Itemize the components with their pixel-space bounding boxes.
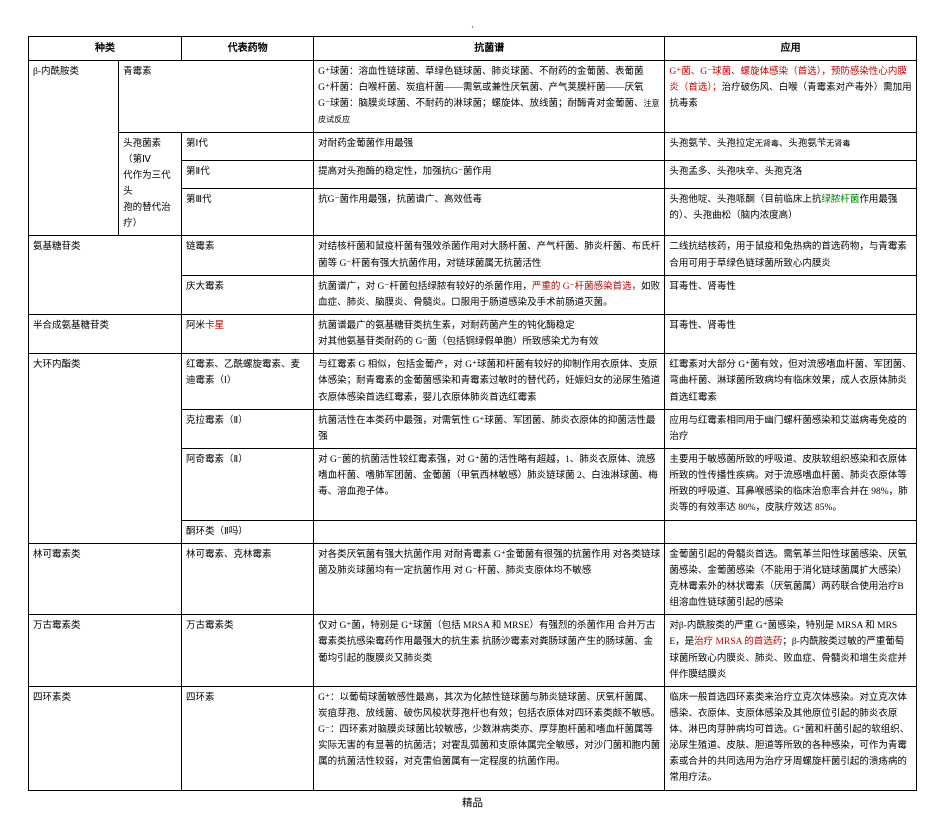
spec-vancomycin: 仅对 G⁺菌，特别是 G⁺球菌（包括 MRSA 和 MRSE）有强烈的杀菌作用 … xyxy=(314,615,665,687)
spec-tetracycline: G⁺：以葡萄球菌敏感性最高，其次为化脓性链球菌与肺炎链球菌、厌氧杆菌属、炭疽芽孢… xyxy=(314,686,665,790)
txt: 白喉杆菌、炭疽杆菌——需氧或兼性厌氧菌、产气荚膜杆菌——厌氧 xyxy=(359,83,644,93)
app-clarithromycin: 应用与红霉素相同用于幽门螺杆菌感染和艾滋病毒免疫的治疗 xyxy=(665,409,917,448)
table-row: 万古霉素类 万古霉素类 仅对 G⁺菌，特别是 G⁺球菌（包括 MRSA 和 MR… xyxy=(29,615,917,687)
drug-vancomycin: 万古霉素类 xyxy=(182,615,314,687)
drug-ketolide: 酮环类（Ⅱ吗） xyxy=(182,520,314,543)
drug-tetracycline: 四环素 xyxy=(182,686,314,790)
txt-red: 严重的 G⁻杆菌感染首选， xyxy=(532,282,641,292)
txt-red: 治疗 MRSA 的首选药 xyxy=(694,637,782,647)
page-header-dot: · xyxy=(28,22,917,32)
cat-beta-lactam: β-内酰胺类 xyxy=(29,61,119,236)
spec-gentamicin: 抗菌谱广，对 G⁻杆菌包括绿脓有较好的杀菌作用，严重的 G⁻杆菌感染首选，如败血… xyxy=(314,275,665,314)
drug-azithromycin: 阿奇霉素（Ⅱ） xyxy=(182,448,314,520)
cat-lincosamide: 林可霉素类 xyxy=(29,543,182,615)
label: G⁺球菌： xyxy=(318,67,358,77)
th-spectrum: 抗菌谱 xyxy=(314,37,665,61)
app-ketolide xyxy=(665,520,917,543)
drug-penicillin: 青霉素 xyxy=(119,61,314,133)
label: G⁻球菌： xyxy=(318,99,358,109)
txt: 头孢他啶、头孢哌酮（目前临床上抗 xyxy=(669,195,821,205)
spec-amikacin: 抗菌谱最广的氨基糖苷类抗生素，对耐药菌产生的钝化酶稳定 对其他氨基苷类耐药的 G… xyxy=(314,314,665,353)
app-streptomycin: 二线抗结核药，用于鼠疫和兔热病的首选药物，与青霉素合用可用于草绿色链球菌所致心内… xyxy=(665,236,917,275)
app-azithromycin: 主要用于敏感菌所致的呼吸道、皮肤软组织感染和衣原体所致的性传播性疾病。对于流感嗜… xyxy=(665,448,917,520)
th-drug: 代表药物 xyxy=(182,37,314,61)
cat-semisyn-ag: 半合成氨基糖苷类 xyxy=(29,314,182,353)
txt-red: 卡星 xyxy=(205,321,224,331)
drug-streptomycin: 链霉素 xyxy=(182,236,314,275)
table-row: β-内酰胺类 青霉素 G⁺球菌：溶血性链球菌、草绿色链球菌、肺炎球菌、不耐药的金… xyxy=(29,61,917,133)
page-footer: 精品 xyxy=(28,791,917,810)
table-row: 氨基糖苷类 链霉素 对结核杆菌和鼠疫杆菌有强效杀菌作用对大肠杆菌、产气杆菌、肺炎… xyxy=(29,236,917,275)
table-row: 四环素类 四环素 G⁺：以葡萄球菌敏感性最高，其次为化脓性链球菌与肺炎链球菌、厌… xyxy=(29,686,917,790)
app-penicillin: G⁺菌、G⁻球菌、螺旋体感染（首选），预防感染性心内膜炎（首选）；治疗破伤风、白… xyxy=(665,61,917,133)
gen3-app: 头孢他啶、头孢哌酮（目前临床上抗绿脓杆菌作用最强的）、头孢曲松（脑内浓度高） xyxy=(665,188,917,236)
gen1: 第Ⅰ代 xyxy=(182,132,314,160)
spec-lincomycin: 对各类厌氧菌有强大抗菌作用 对耐青霉素 G⁺金葡菌有很强的抗菌作用 对各类链球菌… xyxy=(314,543,665,615)
spec-penicillin: G⁺球菌：溶血性链球菌、草绿色链球菌、肺炎球菌、不耐药的金葡菌、表葡菌 G⁺杆菌… xyxy=(314,61,665,133)
cat-aminoglycoside: 氨基糖苷类 xyxy=(29,236,182,315)
drug-erythromycin: 红霉素、乙酰螺旋霉素、麦迪霉素（Ⅰ） xyxy=(182,354,314,409)
txt-green: 绿脓杆菌 xyxy=(821,195,859,205)
th-category: 种类 xyxy=(29,37,182,61)
spec-streptomycin: 对结核杆菌和鼠疫杆菌有强效杀菌作用对大肠杆菌、产气杆菌、肺炎杆菌、布氏杆菌等 G… xyxy=(314,236,665,275)
th-application: 应用 xyxy=(665,37,917,61)
drug-gentamicin: 庆大霉素 xyxy=(182,275,314,314)
txt: 脑膜炎球菌、不耐药的淋球菌；螺旋体、放线菌；耐酶青对金葡菌、 xyxy=(359,99,644,109)
table-row: 半合成氨基糖苷类 阿米卡星 抗菌谱最广的氨基糖苷类抗生素，对耐药菌产生的钝化酶稳… xyxy=(29,314,917,353)
cat-tetracycline: 四环素类 xyxy=(29,686,182,790)
spec-ketolide xyxy=(314,520,665,543)
txt: 阿米 xyxy=(186,321,205,331)
txt: 、头孢氨苄 xyxy=(779,139,827,149)
txt: 抗菌谱最广的氨基糖苷类抗生素，对耐药菌产生的钝化酶稳定 xyxy=(318,321,575,331)
cat-cephalosporin: 头孢菌素（第Ⅳ 代作为三代头 孢的替代治疗） xyxy=(119,132,182,236)
spec-azithromycin: 对 G⁻菌的抗菌活性较红霉素强，对 G⁺菌的活性略有超越，1、肺炎衣原体、流感嗜… xyxy=(314,448,665,520)
table-row: 大环内酯类 红霉素、乙酰螺旋霉素、麦迪霉素（Ⅰ） 与红霉素 G 相似，包括金葡产… xyxy=(29,354,917,409)
antibiotics-table: 种类 代表药物 抗菌谱 应用 β-内酰胺类 青霉素 G⁺球菌：溶血性链球菌、草绿… xyxy=(28,36,917,791)
txt: 孢的替代治疗） xyxy=(123,203,171,229)
table-header-row: 种类 代表药物 抗菌谱 应用 xyxy=(29,37,917,61)
app-erythromycin: 红霉素对大部分 G⁺菌有效，但对流感嗜血杆菌、军团菌、弯曲杆菌、淋球菌所致病均有… xyxy=(665,354,917,409)
app-vancomycin: 对β-内酰胺类的严重 G⁺菌感染，特别是 MRSA 和 MRSE，是治疗 MRS… xyxy=(665,615,917,687)
gen2: 第Ⅱ代 xyxy=(182,160,314,188)
txt: 头孢氨苄、头孢拉定 xyxy=(669,139,755,149)
label: G⁺杆菌： xyxy=(318,83,358,93)
app-gentamicin: 耳毒性、肾毒性 xyxy=(665,275,917,314)
gen1-spec: 对耐药金葡菌作用最强 xyxy=(314,132,665,160)
txt-small: 无肾毒 xyxy=(755,139,779,148)
gen2-app: 头孢孟多、头孢呋辛、头孢克洛 xyxy=(665,160,917,188)
txt: 溶血性链球菌、草绿色链球菌、肺炎球菌、不耐药的金葡菌、表葡菌 xyxy=(359,67,644,77)
cat-vancomycin: 万古霉素类 xyxy=(29,615,182,687)
cat-macrolide: 大环内酯类 xyxy=(29,354,182,543)
drug-clarithromycin: 克拉霉素（Ⅱ） xyxy=(182,409,314,448)
table-row: 林可霉素类 林可霉素、克林霉素 对各类厌氧菌有强大抗菌作用 对耐青霉素 G⁺金葡… xyxy=(29,543,917,615)
txt: 代作为三代头 xyxy=(123,171,171,197)
gen3-spec: 抗G⁻菌作用最强，抗菌谱广、高效低毒 xyxy=(314,188,665,236)
table-row: 头孢菌素（第Ⅳ 代作为三代头 孢的替代治疗） 第Ⅰ代 对耐药金葡菌作用最强 头孢… xyxy=(29,132,917,160)
txt: 对其他氨基苷类耐药的 G⁻菌（包括铜绿假单胞）所致感染尤为有效 xyxy=(318,337,598,347)
txt: 头孢菌素（第Ⅳ xyxy=(123,139,161,165)
app-tetracycline: 临床一般首选四环素类来治疗立克次体感染。对立克次体感染、衣原体、支原体感染及其他… xyxy=(665,686,917,790)
gen3: 第Ⅲ代 xyxy=(182,188,314,236)
drug-amikacin: 阿米卡星 xyxy=(182,314,314,353)
app-lincomycin: 金葡菌引起的骨髓炎首选。需氧革兰阳性球菌感染、厌氧菌感染、金葡菌感染（不能用于消… xyxy=(665,543,917,615)
app-amikacin: 耳毒性、肾毒性 xyxy=(665,314,917,353)
gen2-spec: 提高对头孢酶的稳定性，加强抗G⁻菌作用 xyxy=(314,160,665,188)
txt: 抗菌谱广，对 G⁻杆菌包括绿脓有较好的杀菌作用， xyxy=(318,282,532,292)
spec-clarithromycin: 抗菌活性在本类药中最强，对需氧性 G⁺球菌、军团菌、肺炎衣原体的抑菌活性最强 xyxy=(314,409,665,448)
gen1-app: 头孢氨苄、头孢拉定无肾毒、头孢氨苄无肾毒 xyxy=(665,132,917,160)
spec-erythromycin: 与红霉素 G 相似，包括金葡产，对 G⁺球菌和杆菌有较好的抑制作用衣原体、支原体… xyxy=(314,354,665,409)
txt-small: 无肾毒 xyxy=(826,139,850,148)
drug-lincomycin: 林可霉素、克林霉素 xyxy=(182,543,314,615)
